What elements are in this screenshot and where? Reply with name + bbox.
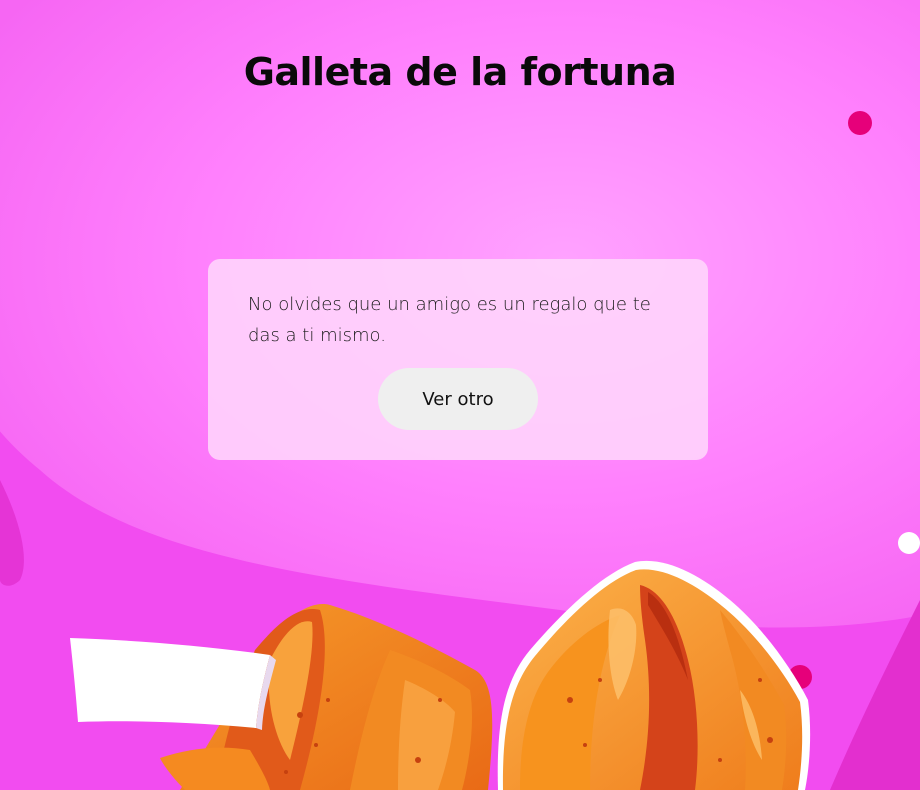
fortune-paper: [70, 638, 270, 728]
decor-dot: [898, 532, 920, 554]
decor-dot: [848, 111, 872, 135]
see-another-button[interactable]: Ver otro: [378, 368, 538, 430]
fortune-card: No olvides que un amigo es un regalo que…: [208, 259, 708, 460]
fortune-message: No olvides que un amigo es un regalo que…: [248, 294, 651, 346]
page-title: Galleta de la fortuna: [243, 50, 677, 94]
